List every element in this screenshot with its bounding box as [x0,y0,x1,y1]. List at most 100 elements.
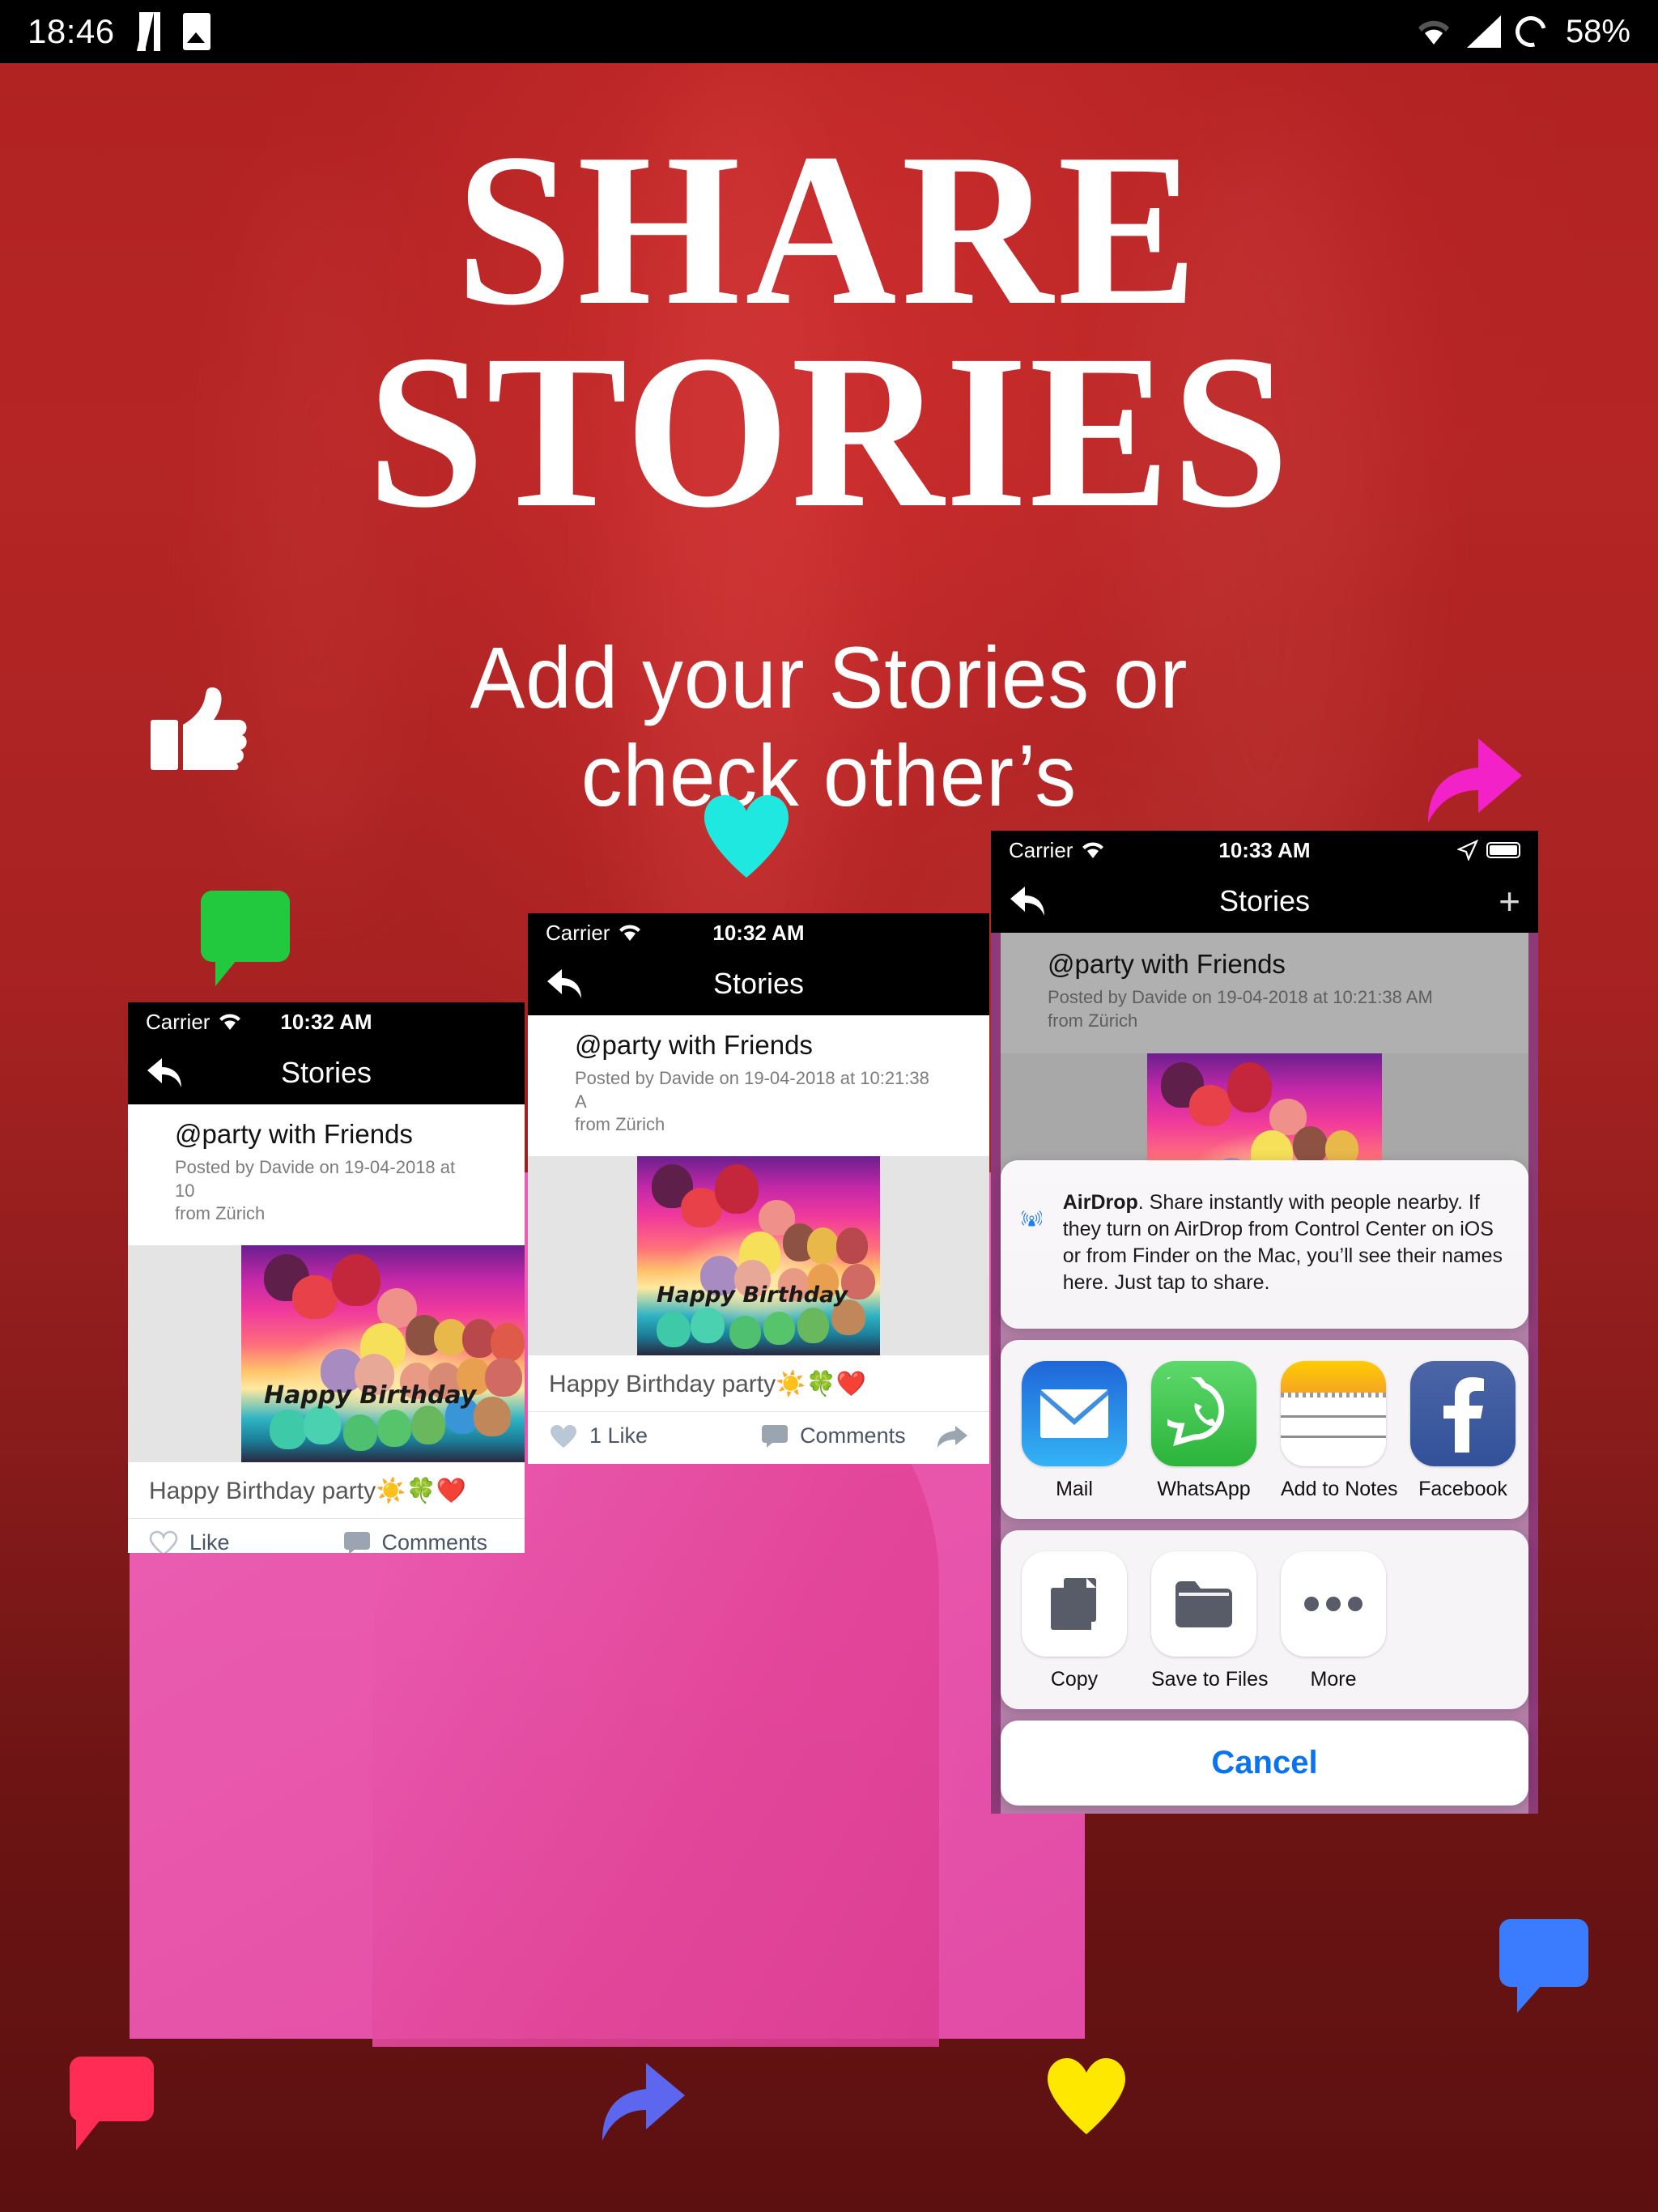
netflix-icon [136,12,160,51]
ios-nav-bar: Stories [528,952,989,1015]
back-arrow-icon[interactable] [546,968,583,1000]
speech-bubble-green-icon [201,891,290,992]
action-copy[interactable]: Copy [1022,1551,1127,1691]
nav-title: Stories [1218,884,1311,917]
post-image-balloons: Happy Birthday [637,1155,880,1355]
ios-nav-bar: Stories + [991,870,1538,933]
ios-nav-bar: Stories [128,1041,525,1104]
share-button[interactable] [936,1424,968,1448]
page-subtitle: Add your Stories or check other’s [49,627,1608,825]
battery-ring-icon [1509,11,1552,53]
share-actions-card: Copy Save to Files More [1001,1530,1528,1709]
share-target-mail[interactable]: Mail [1022,1361,1127,1501]
back-arrow-icon[interactable] [146,1057,183,1089]
share-apps-row: Mail WhatsApp Add to Notes Facebook [1001,1340,1528,1519]
share-arrow-icon [937,1425,967,1448]
action-more[interactable]: More [1281,1551,1386,1691]
like-button[interactable]: 1 Like [549,1423,648,1449]
more-dots-icon-wrap [1281,1551,1386,1657]
facebook-icon [1410,1361,1516,1466]
heart-filled-icon [551,1424,576,1448]
like-label: Like [189,1530,230,1553]
post-action-bar: Like Comments [128,1517,525,1553]
page-title: SHARE STORIES [33,121,1625,542]
speech-bubble-blue-icon [1499,1919,1588,2020]
phone-mockup-middle: Carrier 10:32 AM Stories @party with Fri… [528,913,989,1464]
ios-status-bar: Carrier 10:33 AM [991,831,1538,870]
ios-status-bar: Carrier 10:32 AM [528,913,989,952]
folder-icon [1175,1581,1232,1627]
thumbs-up-icon [151,684,251,777]
post-username: @party with Friends [1048,949,1286,979]
post-image-caption-text: Happy Birthday [264,1381,477,1410]
back-arrow-icon[interactable] [1009,885,1046,917]
share-target-facebook[interactable]: Facebook [1410,1361,1516,1501]
post-header: @party with Friends Posted by Davide on … [128,1104,525,1245]
nav-title: Stories [280,1056,372,1089]
add-story-button[interactable]: + [1499,883,1520,920]
airdrop-title: AirDrop [1062,1191,1138,1214]
battery-percent-label: 58% [1565,13,1630,49]
post-action-bar: 1 Like Comments [528,1410,989,1461]
comments-label: Comments [381,1530,488,1553]
status-bar-notification-icons [136,12,210,51]
heart-yellow-icon [1044,2057,1129,2138]
airdrop-icon [1022,1210,1042,1227]
action-label: More [1310,1668,1357,1691]
ios-clock: 10:32 AM [280,1009,372,1034]
post-meta: Posted by Davide on 19-04-2018 at 10:21:… [575,1068,929,1135]
comment-bubble-icon [762,1424,789,1448]
post-image-caption-text: Happy Birthday [657,1282,848,1308]
page-subtitle-line-2: check other’s [580,725,1078,824]
comments-label: Comments [800,1423,906,1448]
folder-icon-wrap [1151,1551,1256,1657]
comment-bubble-icon [343,1531,370,1553]
share-targets-card: Mail WhatsApp Add to Notes Facebook [1001,1340,1528,1519]
whatsapp-icon [1151,1361,1256,1466]
more-dots-icon [1304,1597,1363,1611]
ios-share-sheet: AirDrop. Share instantly with people nea… [1001,1160,1528,1806]
nav-title: Stories [712,967,805,1000]
comments-button[interactable]: Comments [761,1423,906,1448]
post-username: @party with Friends [575,1030,813,1060]
status-bar-system-icons: 58% [1415,11,1630,53]
share-actions-row: Copy Save to Files More [1001,1530,1528,1709]
cancel-button[interactable]: Cancel [1001,1721,1528,1806]
heart-outline-icon [149,1530,178,1553]
airdrop-card[interactable]: AirDrop. Share instantly with people nea… [1001,1160,1528,1329]
battery-icon [1486,842,1520,858]
post-header: @party with Friends Posted by Davide on … [528,1015,989,1156]
share-target-whatsapp[interactable]: WhatsApp [1151,1361,1256,1501]
cellular-signal-icon [1466,15,1501,48]
location-arrow-icon [1457,840,1478,861]
comments-button[interactable]: Comments [343,1530,488,1553]
mail-icon [1022,1361,1127,1466]
ios-clock: 10:32 AM [712,920,805,945]
post-image-container: Happy Birthday [528,1155,989,1355]
copy-icon [1051,1578,1096,1630]
phone-mockup-left: Carrier 10:32 AM Stories @party with Fri… [128,1002,525,1553]
post-header: @party with Friends Posted by Davide on … [1001,933,1528,1054]
ios-clock: 10:33 AM [1218,837,1311,862]
phone-mockup-right: Carrier 10:33 AM Stories + @party with F… [991,831,1538,1814]
page-subtitle-line-1: Add your Stories or [470,627,1188,726]
post-image-container: Happy Birthday [128,1244,525,1462]
share-target-label: Facebook [1418,1478,1507,1500]
post-caption: Happy Birthday party☀️🍀❤️ [528,1355,989,1411]
speech-bubble-pink-icon [70,2057,154,2156]
action-label: Save to Files [1151,1668,1269,1691]
like-label: 1 Like [589,1423,648,1448]
status-bar-clock: 18:46 [28,12,115,50]
action-label: Copy [1050,1668,1099,1691]
airdrop-row[interactable]: AirDrop. Share instantly with people nea… [1001,1160,1528,1329]
share-arrow-magenta-icon [1415,737,1522,830]
share-target-notes[interactable]: Add to Notes [1281,1361,1398,1501]
wifi-icon [1415,17,1452,46]
action-save-to-files[interactable]: Save to Files [1151,1551,1269,1691]
post-meta: Posted by Davide on 19-04-2018 at 10 fro… [175,1157,456,1224]
copy-icon-wrap [1022,1551,1127,1657]
like-button[interactable]: Like [149,1530,230,1553]
share-target-label: Mail [1056,1478,1093,1500]
share-arrow-blue-icon [591,2061,685,2150]
gallery-icon [182,13,210,50]
